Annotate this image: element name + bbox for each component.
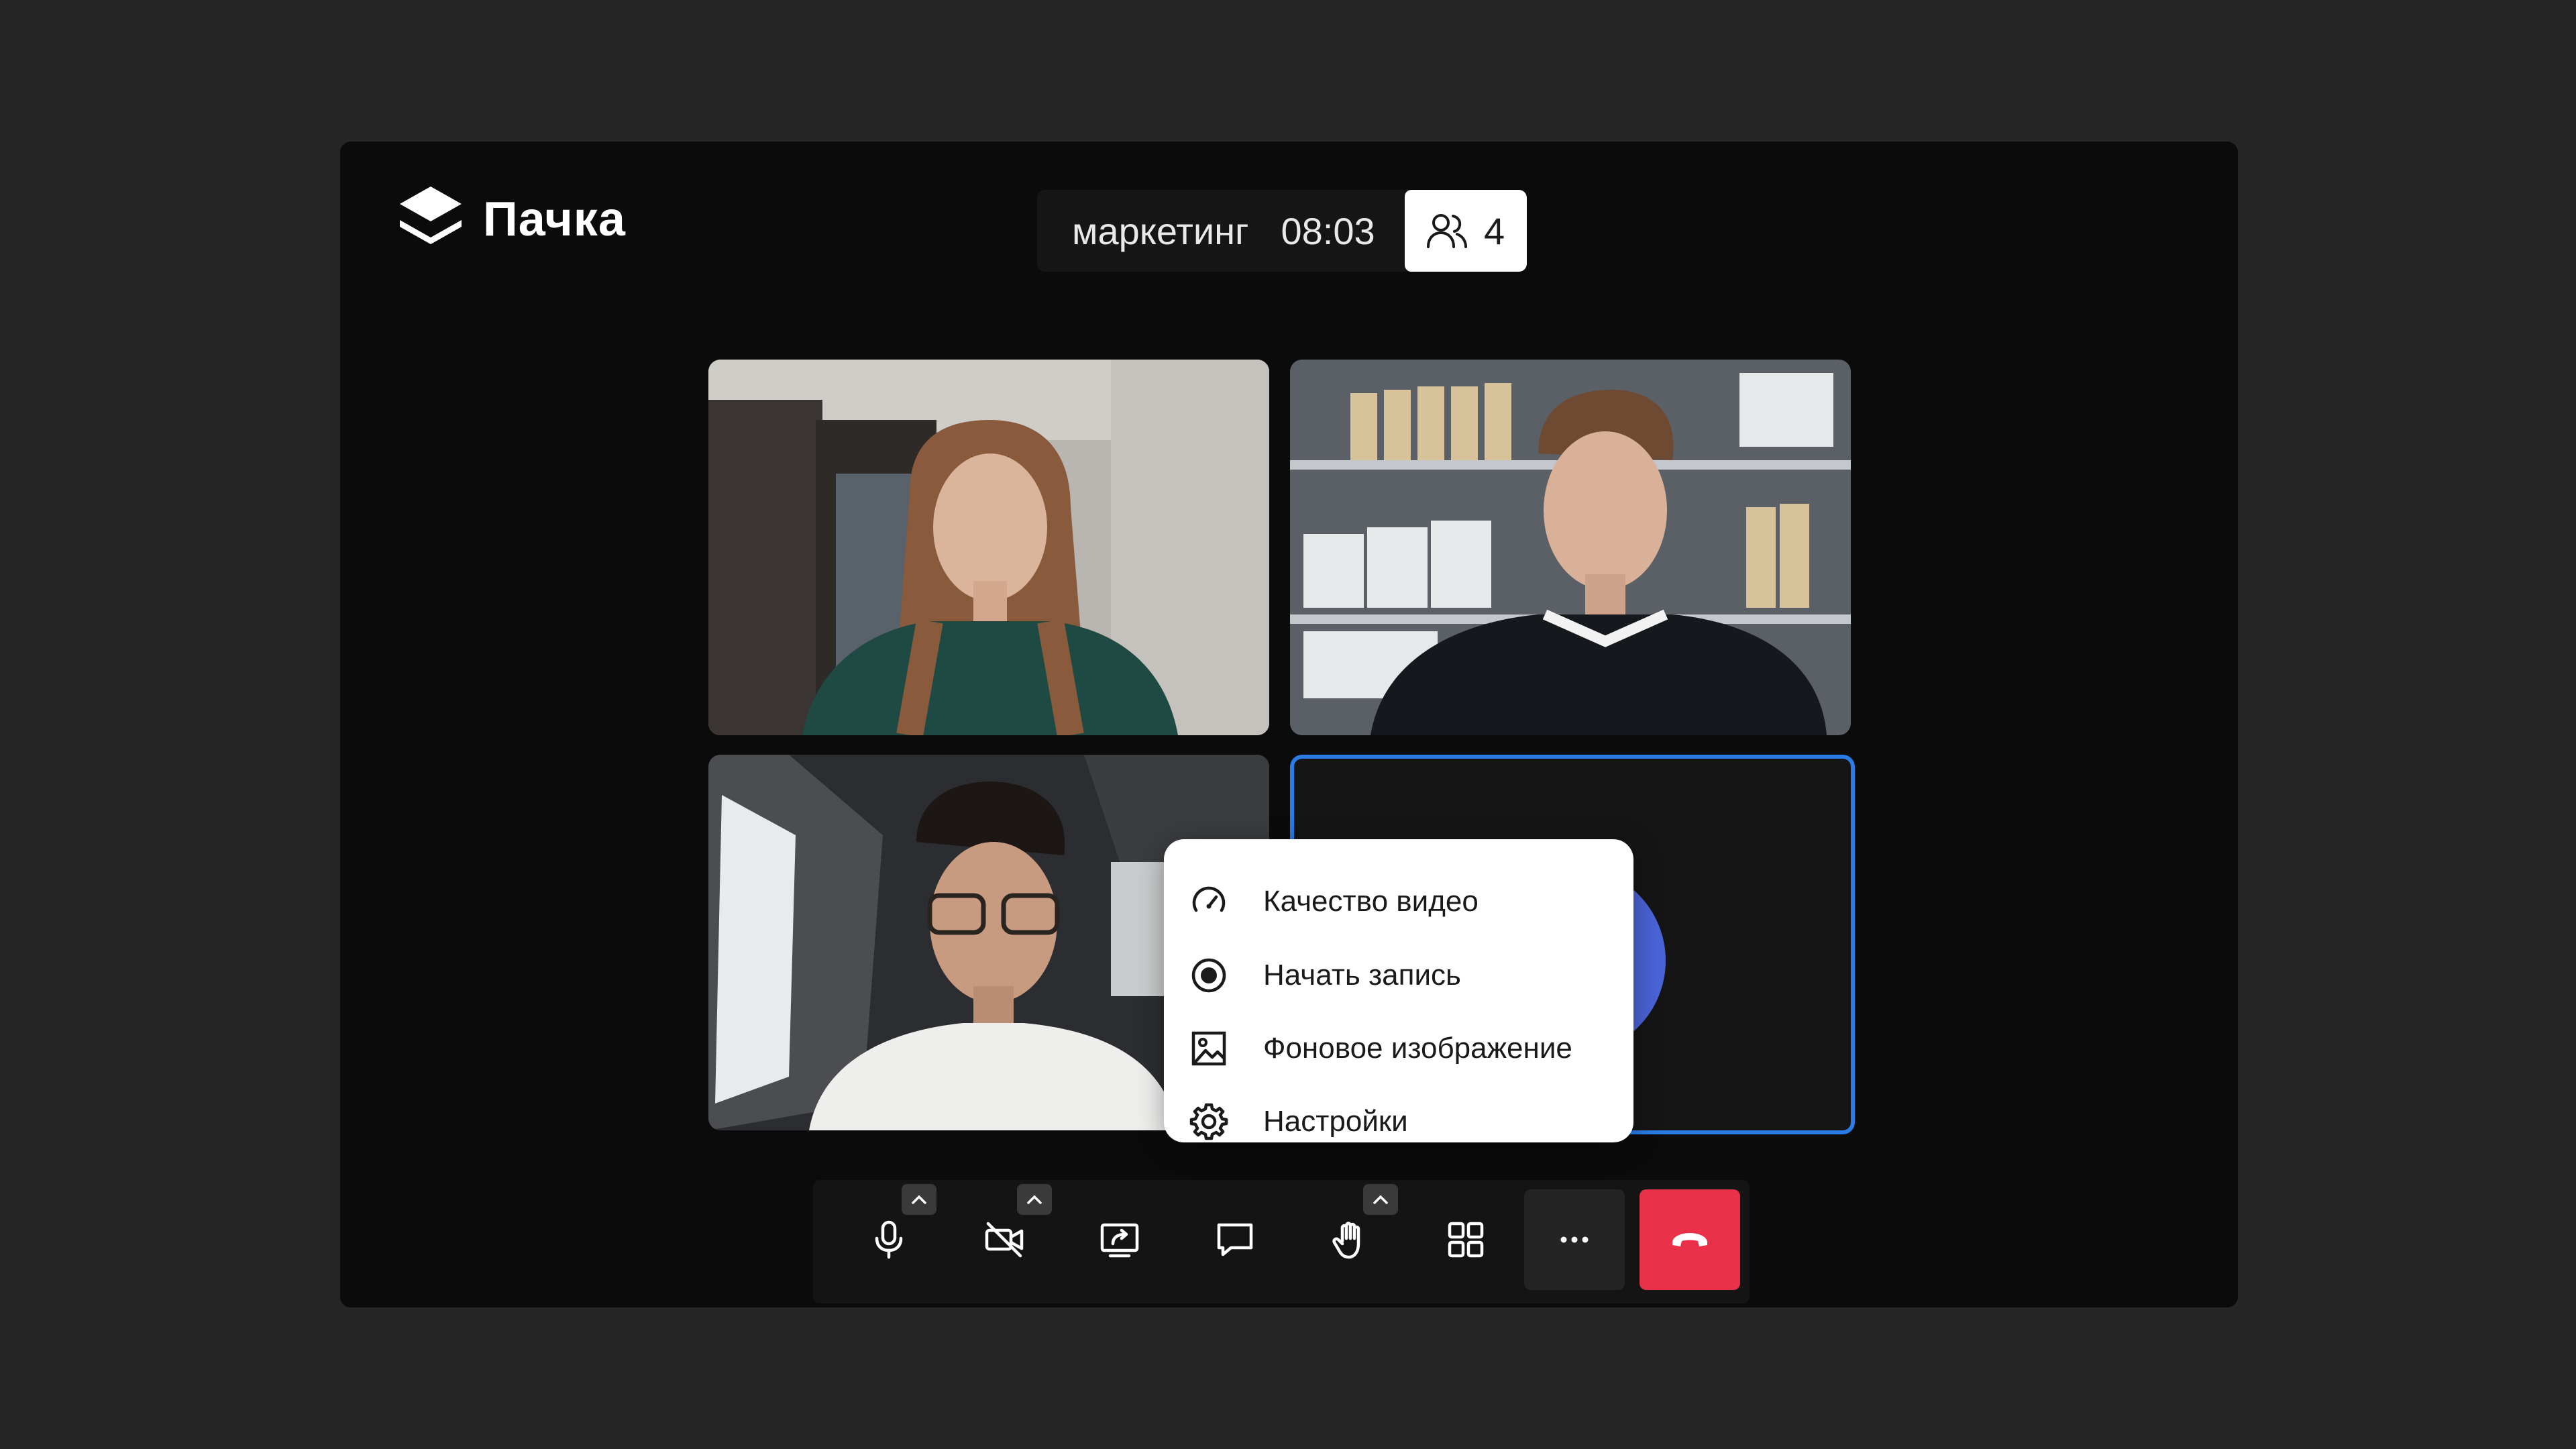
app-logo: Пачка — [397, 184, 626, 255]
chat-icon — [1217, 1223, 1253, 1256]
call-window: Пачка маркетинг 08:03 4 Качество видео Н… — [340, 142, 2238, 1307]
participant-video — [708, 360, 1269, 735]
microphone-icon — [875, 1220, 903, 1259]
menu-item-label: Фоновое изображение — [1263, 1032, 1572, 1065]
camera-options-caret[interactable] — [1017, 1184, 1052, 1215]
chevron-up-icon — [912, 1195, 926, 1204]
logo-icon — [400, 186, 462, 244]
image-icon — [1191, 1031, 1226, 1066]
video-tile-participant-2[interactable] — [1290, 360, 1851, 735]
more-options-menu: Качество видео Начать запись Фоновое изо… — [1164, 839, 1633, 1142]
menu-item-label: Настройки — [1263, 1105, 1408, 1138]
menu-item-label: Начать запись — [1263, 959, 1461, 991]
call-timer: 08:03 — [1281, 209, 1375, 252]
menu-item-label: Качество видео — [1263, 885, 1479, 918]
reactions-options-caret[interactable] — [1363, 1184, 1398, 1215]
screen-share-icon — [1100, 1223, 1139, 1258]
call-info-bar: маркетинг 08:03 4 — [1037, 190, 1527, 272]
raise-hand-icon — [1332, 1222, 1360, 1259]
menu-item-settings[interactable]: Настройки — [1189, 1098, 1408, 1145]
video-tile-participant-1[interactable] — [708, 360, 1269, 735]
screen-share-button[interactable] — [1069, 1189, 1170, 1290]
participants-button[interactable]: 4 — [1404, 190, 1527, 272]
end-call-icon — [1672, 1233, 1707, 1246]
brand-name: Пачка — [483, 193, 626, 246]
record-icon — [1191, 958, 1226, 993]
grid-layout-button[interactable] — [1415, 1189, 1516, 1290]
gear-icon — [1189, 1103, 1228, 1140]
menu-item-background-image[interactable]: Фоновое изображение — [1189, 1025, 1572, 1072]
call-name: маркетинг — [1072, 209, 1249, 252]
end-call-button[interactable] — [1640, 1189, 1740, 1290]
microphone-options-caret[interactable] — [902, 1184, 936, 1215]
chat-button[interactable] — [1185, 1189, 1285, 1290]
grid-layout-icon — [1448, 1222, 1484, 1258]
call-toolbar — [813, 1180, 1750, 1303]
people-icon — [1427, 214, 1468, 248]
participants-count: 4 — [1484, 209, 1505, 252]
participant-video — [1290, 360, 1851, 735]
menu-item-start-recording[interactable]: Начать запись — [1189, 952, 1461, 999]
chevron-up-icon — [1373, 1195, 1388, 1204]
more-options-button[interactable] — [1524, 1189, 1625, 1290]
more-icon — [1560, 1236, 1589, 1243]
chevron-up-icon — [1027, 1195, 1042, 1204]
speedometer-icon — [1192, 886, 1226, 912]
camera-off-icon — [985, 1222, 1024, 1258]
menu-item-video-quality[interactable]: Качество видео — [1189, 878, 1479, 925]
